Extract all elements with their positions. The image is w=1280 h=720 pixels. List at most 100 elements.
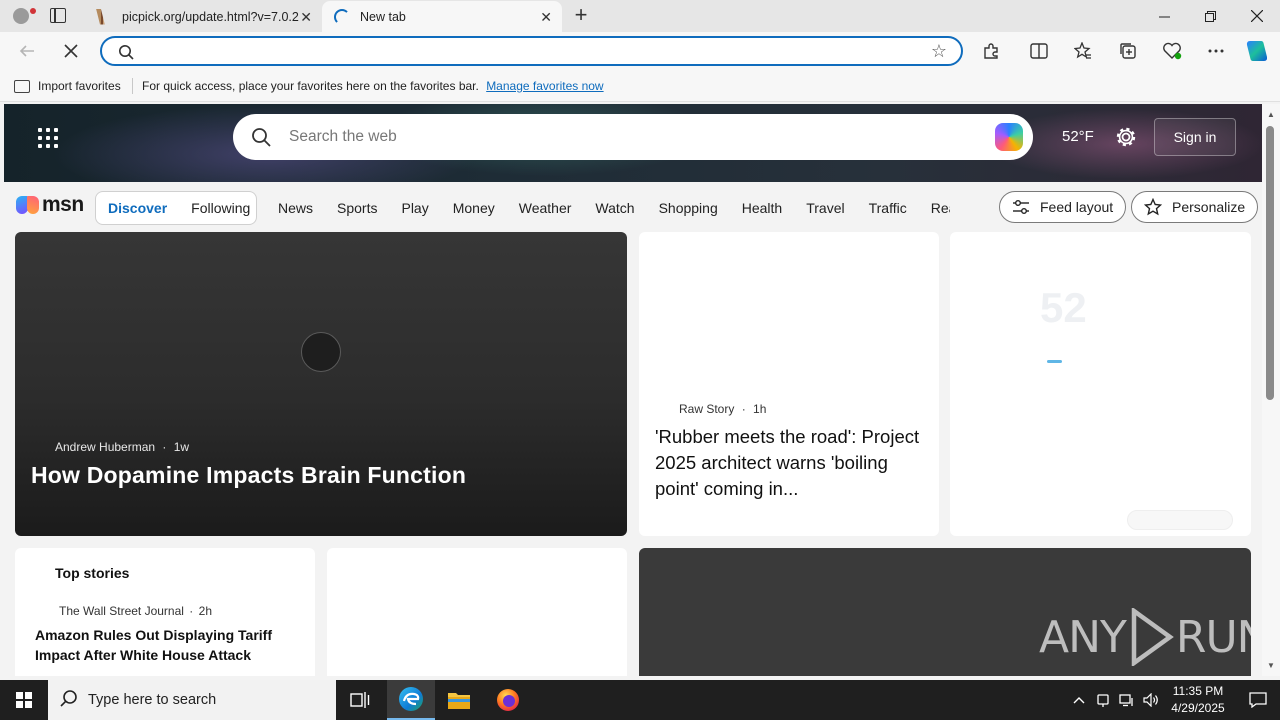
category-sports[interactable]: Sports <box>325 200 389 216</box>
sign-in-button[interactable]: Sign in <box>1154 118 1236 156</box>
tab-new-tab[interactable]: New tab ✕ <box>322 1 562 32</box>
category-traffic[interactable]: Traffic <box>857 200 919 216</box>
new-tab-button[interactable]: + <box>570 4 592 26</box>
web-search-box[interactable]: Search the web <box>233 114 1033 160</box>
copilot-button[interactable] <box>1244 38 1270 64</box>
scroll-up-icon[interactable]: ▲ <box>1267 110 1275 119</box>
back-button[interactable] <box>14 38 40 64</box>
category-weather[interactable]: Weather <box>507 200 584 216</box>
category-health[interactable]: Health <box>730 200 794 216</box>
split-screen-button[interactable] <box>1026 38 1052 64</box>
video-card[interactable]: ANY RUN <box>639 548 1251 676</box>
anyrun-watermark: ANY RUN <box>1039 608 1251 666</box>
import-favorites-button[interactable]: Import favorites <box>14 79 121 93</box>
tab-following[interactable]: Following <box>179 200 262 216</box>
msn-logo[interactable]: msn <box>16 193 84 217</box>
minimize-button[interactable] <box>1141 0 1187 32</box>
settings-more-button[interactable] <box>1203 38 1229 64</box>
category-play[interactable]: Play <box>389 200 440 216</box>
page-scrollbar[interactable]: ▲ ▼ <box>1262 104 1280 676</box>
import-favorites-label: Import favorites <box>38 79 121 93</box>
loading-spinner-icon <box>334 8 350 25</box>
tab-close-icon[interactable]: ✕ <box>300 9 312 26</box>
profile-button[interactable] <box>8 4 34 28</box>
category-real-estate[interactable]: Real Estate <box>919 200 950 216</box>
weather-temp-placeholder: 52 <box>1040 284 1087 331</box>
story-age: 1w <box>173 440 190 454</box>
category-watch[interactable]: Watch <box>583 200 646 216</box>
show-hidden-icons-button[interactable] <box>1068 680 1090 720</box>
address-bar[interactable]: ☆ <box>100 36 963 66</box>
copilot-search-icon[interactable] <box>995 123 1023 151</box>
web-search-input[interactable]: Search the web <box>289 128 397 146</box>
action-center-button[interactable] <box>1236 680 1280 720</box>
story-source: The Wall Street Journal · 2h <box>59 604 212 618</box>
watermark-right: RUN <box>1175 611 1251 663</box>
source-name: Andrew Huberman <box>55 440 156 454</box>
tab-close-icon[interactable]: ✕ <box>540 9 552 26</box>
favorites-bar: Import favorites For quick access, place… <box>0 70 1280 102</box>
tab-title: New tab <box>360 9 406 24</box>
story-source: Andrew Huberman · 1w <box>55 440 190 454</box>
story-title[interactable]: 'Rubber meets the road': Project 2025 ar… <box>655 424 925 502</box>
task-view-button[interactable] <box>336 680 384 720</box>
back-arrow-icon <box>19 45 34 57</box>
tab-actions-icon[interactable] <box>50 8 66 23</box>
scrollbar-thumb[interactable] <box>1266 126 1274 400</box>
category-shopping[interactable]: Shopping <box>647 200 730 216</box>
network-button[interactable] <box>1116 680 1138 720</box>
close-window-button[interactable] <box>1234 0 1280 32</box>
feed-layout-button[interactable]: Feed layout <box>999 191 1127 223</box>
picpick-favicon-icon <box>96 8 105 25</box>
app-launcher-icon[interactable] <box>38 128 58 148</box>
notification-dot-icon <box>30 8 36 14</box>
search-icon <box>60 689 78 712</box>
tray-device-button[interactable] <box>1092 680 1114 720</box>
taskbar-search-box[interactable]: Type here to search <box>48 680 336 720</box>
edge-taskbar-button[interactable] <box>387 680 435 720</box>
top-stories-header[interactable]: Top stories <box>55 565 129 581</box>
weather-widget-card[interactable]: 52 <box>950 232 1251 536</box>
edge-icon <box>399 687 423 711</box>
start-button[interactable] <box>0 680 48 720</box>
personalize-label: Personalize <box>1172 199 1246 215</box>
restore-button[interactable] <box>1187 0 1233 32</box>
msn-logo-text: msn <box>42 193 84 216</box>
hero-story-card[interactable]: Andrew Huberman · 1w How Dopamine Impact… <box>15 232 627 536</box>
file-explorer-button[interactable] <box>435 680 483 720</box>
favorites-button[interactable] <box>1070 38 1096 64</box>
taskbar-search-input[interactable]: Type here to search <box>88 692 216 708</box>
collections-button[interactable] <box>1115 38 1141 64</box>
stop-loading-button[interactable] <box>58 38 84 64</box>
story-age: 2h <box>198 604 212 618</box>
story-title[interactable]: Amazon Rules Out Displaying Tariff Impac… <box>35 625 295 665</box>
weather-temperature[interactable]: 52°F <box>1062 128 1094 145</box>
story-title[interactable]: How Dopamine Impacts Brain Function <box>31 462 466 489</box>
heart-pulse-icon <box>1163 42 1182 60</box>
minimize-icon <box>1158 16 1170 17</box>
restore-icon <box>1204 10 1216 22</box>
feed-layout-label: Feed layout <box>1040 199 1114 215</box>
scroll-down-icon[interactable]: ▼ <box>1267 661 1275 670</box>
manage-favorites-link[interactable]: Manage favorites now <box>486 79 603 93</box>
import-icon <box>14 79 30 93</box>
favorite-star-icon[interactable]: ☆ <box>931 41 947 62</box>
top-stories-card[interactable]: Top stories The Wall Street Journal · 2h… <box>15 548 315 676</box>
browser-essentials-button[interactable] <box>1159 38 1185 64</box>
category-travel[interactable]: Travel <box>794 200 856 216</box>
personalize-button[interactable]: Personalize <box>1131 191 1259 223</box>
category-money[interactable]: Money <box>441 200 507 216</box>
category-news[interactable]: News <box>266 200 325 216</box>
close-icon <box>64 44 78 58</box>
system-clock[interactable]: 11:35 PM 4/29/2025 <box>1160 683 1236 717</box>
tab-discover[interactable]: Discover <box>96 200 179 216</box>
firefox-button[interactable] <box>484 680 532 720</box>
empty-card <box>327 548 627 676</box>
collections-icon <box>1120 43 1136 59</box>
extensions-button[interactable] <box>978 38 1004 64</box>
tab-picpick[interactable]: picpick.org/update.html?v=7.0.2 ✕ <box>84 1 322 32</box>
story-card[interactable]: Raw Story · 1h 'Rubber meets the road': … <box>639 232 939 536</box>
volume-button[interactable] <box>1140 680 1162 720</box>
page-settings-button[interactable] <box>1115 126 1137 148</box>
notification-icon <box>1249 692 1267 708</box>
